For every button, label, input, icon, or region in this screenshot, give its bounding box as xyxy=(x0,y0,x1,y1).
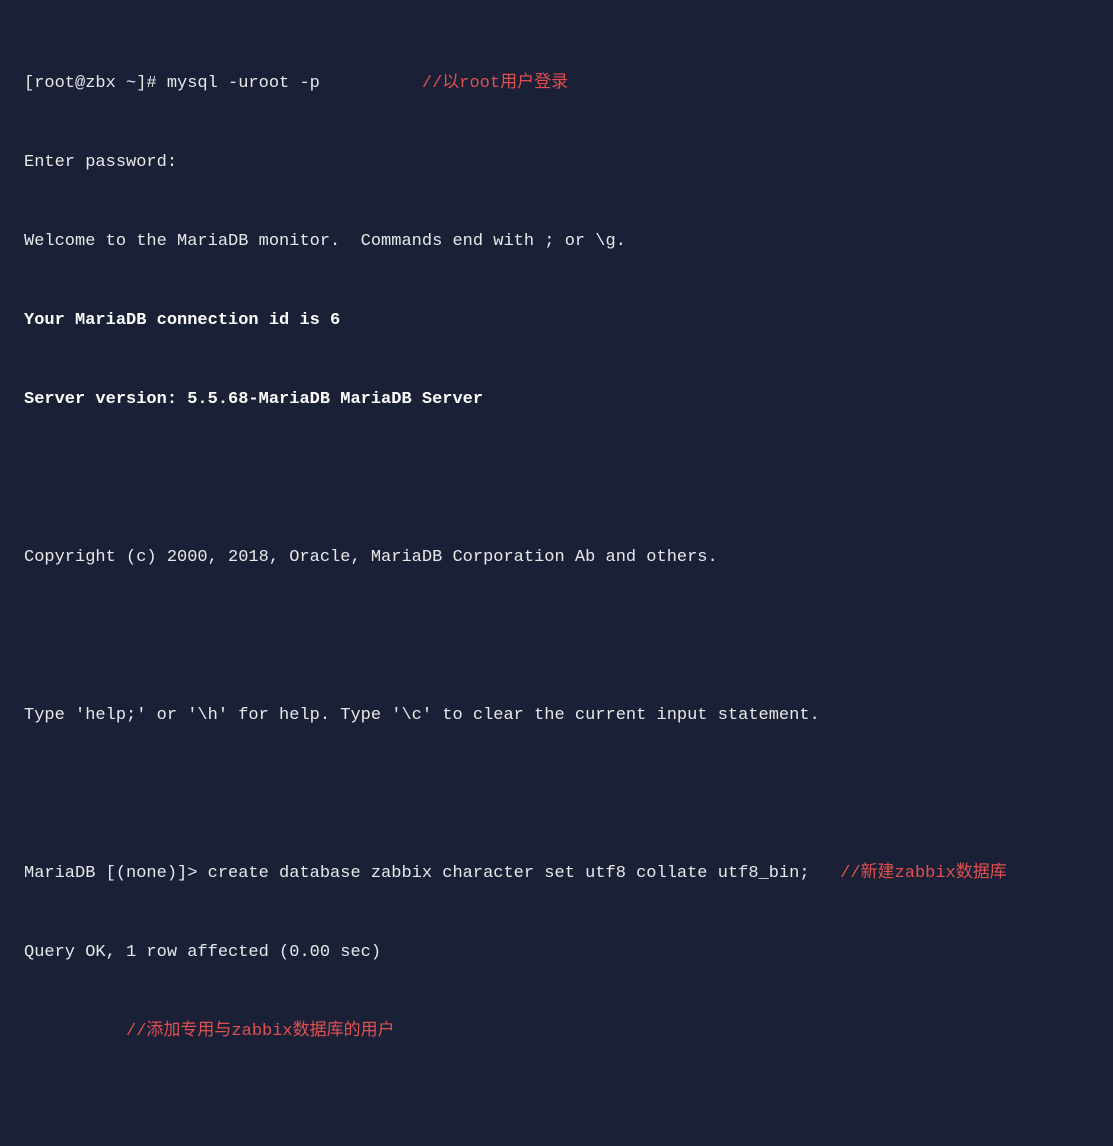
line-3: Welcome to the MariaDB monitor. Commands… xyxy=(24,229,1089,255)
line-8-cmd: MariaDB [(none)]> create database zabbix… xyxy=(24,864,810,883)
line-2: Enter password: xyxy=(24,150,1089,176)
line-empty-4 xyxy=(24,1098,1089,1124)
line-7-text: Type 'help;' or '\h' for help. Type '\c'… xyxy=(24,706,820,725)
terminal-window: [root@zbx ~]# mysql -uroot -p //以root用户登… xyxy=(24,18,1089,1146)
line-9: Query OK, 1 row affected (0.00 sec) xyxy=(24,940,1089,966)
line-comment-add-text: //添加专用与zabbix数据库的用户 xyxy=(24,1022,395,1041)
line-5: Server version: 5.5.68-MariaDB MariaDB S… xyxy=(24,387,1089,413)
line-empty-3 xyxy=(24,782,1089,808)
line-9-text: Query OK, 1 row affected (0.00 sec) xyxy=(24,943,381,962)
line-8: MariaDB [(none)]> create database zabbix… xyxy=(24,861,1089,887)
line-3-text: Welcome to the MariaDB monitor. Commands… xyxy=(24,232,626,251)
line-6-text: Copyright (c) 2000, 2018, Oracle, MariaD… xyxy=(24,548,718,567)
line-7: Type 'help;' or '\h' for help. Type '\c'… xyxy=(24,703,1089,729)
line-empty-2 xyxy=(24,624,1089,650)
line-1: [root@zbx ~]# mysql -uroot -p //以root用户登… xyxy=(24,71,1089,97)
line-1-comment: //以root用户登录 xyxy=(320,74,568,93)
line-empty-1 xyxy=(24,466,1089,492)
line-2-text: Enter password: xyxy=(24,153,177,172)
line-6: Copyright (c) 2000, 2018, Oracle, MariaD… xyxy=(24,545,1089,571)
line-1-cmd: [root@zbx ~]# mysql -uroot -p xyxy=(24,74,320,93)
line-8-comment: //新建zabbix数据库 xyxy=(810,864,1007,883)
line-4: Your MariaDB connection id is 6 xyxy=(24,308,1089,334)
line-5-text: Server version: 5.5.68-MariaDB MariaDB S… xyxy=(24,390,483,409)
line-4-text: Your MariaDB connection id is 6 xyxy=(24,311,340,330)
line-comment-add: //添加专用与zabbix数据库的用户 xyxy=(24,1019,1089,1045)
